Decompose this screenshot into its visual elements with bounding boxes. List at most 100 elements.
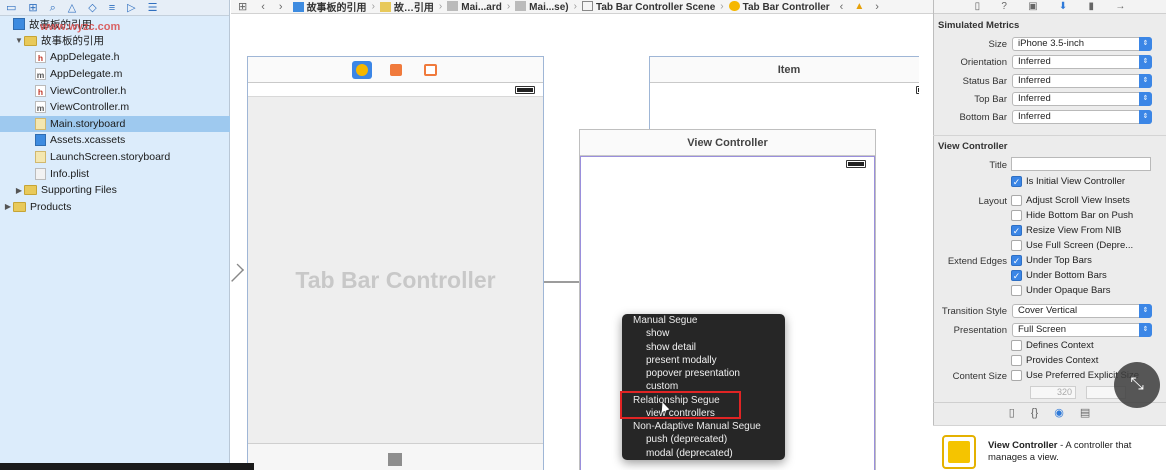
folder-icon [379, 2, 391, 12]
breadcrumb-scene[interactable]: Tab Bar Controller Scene [579, 0, 718, 13]
under-bottom-bars-checkbox[interactable]: ✓ Under Bottom Bars [1011, 270, 1107, 281]
orientation-label: Orientation [960, 57, 1007, 68]
file-tree-item[interactable]: m ViewController.m [0, 99, 230, 116]
file-tree-item[interactable]: Info.plist [0, 165, 230, 182]
hierarchy-icon[interactable]: ⊞ [28, 1, 37, 15]
bottom-bar-popup[interactable]: Inferred ⇕ [1012, 110, 1152, 124]
under-top-bars-checkbox[interactable]: ✓ Under Top Bars [1011, 255, 1092, 266]
under-opaque-bars-checkbox[interactable]: Under Opaque Bars [1011, 285, 1111, 296]
file-tree-item[interactable]: Assets.xcassets [0, 132, 230, 149]
plist-file-icon [35, 167, 46, 180]
report-icon[interactable]: ☰ [148, 1, 158, 15]
battery-icon [515, 86, 535, 94]
connections-inspector-icon[interactable]: → [1115, 1, 1125, 12]
top-bar-popup[interactable]: Inferred ⇕ [1012, 92, 1152, 106]
scene-title: Tab Bar Controller [295, 267, 496, 293]
exit-icon[interactable] [424, 64, 437, 76]
checkmark-icon: ✓ [1011, 255, 1022, 266]
menu-item[interactable]: modal (deprecated) [622, 447, 785, 460]
warning-icon[interactable]: △ [68, 1, 76, 15]
resize-nib-checkbox[interactable]: ✓ Resize View From NIB [1011, 225, 1121, 236]
breadcrumb-group[interactable]: 故…引用 [377, 0, 437, 13]
menu-item[interactable]: push (deprecated) [622, 433, 785, 446]
file-tree-item[interactable]: m AppDelegate.m [0, 66, 230, 83]
file-tree-item[interactable]: h AppDelegate.h [0, 49, 230, 66]
breadcrumb-separator: › [720, 1, 724, 12]
file-tree-item[interactable]: ▶ Products [0, 199, 230, 216]
back-icon[interactable]: ‹ [254, 1, 272, 13]
test-icon[interactable]: ◇ [88, 1, 96, 15]
code-snippet-icon[interactable]: {} [1031, 407, 1038, 419]
orientation-popup[interactable]: Inferred ⇕ [1012, 55, 1152, 69]
disclosure-triangle-icon[interactable]: ▶ [3, 202, 13, 211]
quick-help-icon[interactable]: ? [1001, 1, 1007, 12]
breadcrumb-project[interactable]: 故事板的引用 [290, 0, 370, 13]
menu-item[interactable]: show detail [622, 341, 785, 354]
relationship-connector [544, 281, 580, 283]
object-library-icon[interactable]: ◉ [1054, 406, 1064, 419]
hide-bottom-checkbox[interactable]: Hide Bottom Bar on Push [1011, 210, 1133, 221]
presentation-popup[interactable]: Full Screen ⇕ [1012, 323, 1152, 337]
inspector-toolbar: ▯ ? ▣ ⬇ ▮ → [934, 0, 1166, 14]
status-bar [581, 157, 874, 171]
file-tree-item[interactable]: LaunchScreen.storyboard [0, 149, 230, 166]
width-field[interactable]: 320 [1030, 386, 1076, 399]
fullscreen-toggle-icon[interactable]: ⤡ [1114, 362, 1160, 408]
jump-bar: ⊞ ‹ › 故事板的引用 › 故…引用 › Mai...ard › Mai...… [231, 0, 933, 14]
file-tree-item[interactable]: Main.storyboard [0, 115, 230, 133]
scene-icon [581, 0, 593, 11]
file-tree-item[interactable]: ▶ Supporting Files [0, 182, 230, 199]
file-tree-item-label: Products [30, 200, 72, 213]
tab-bar-controller-icon[interactable] [352, 61, 372, 79]
file-tree-item[interactable]: ▼ 故事板的引用 [0, 33, 230, 50]
folder-icon[interactable]: ▭ [6, 1, 16, 15]
tab-item-icon[interactable] [388, 453, 402, 466]
transition-style-popup[interactable]: Cover Vertical ⇕ [1012, 304, 1152, 318]
video-control-bar [0, 463, 254, 470]
checkmark-icon: ✓ [1011, 270, 1022, 281]
breadcrumb-storyboard[interactable]: Mai...ard [444, 0, 505, 13]
identity-inspector-icon[interactable]: ▣ [1028, 1, 1037, 12]
disclosure-triangle-icon[interactable]: ▶ [14, 186, 24, 195]
storyboard-canvas[interactable]: Tab Bar Controller Item View Controller [231, 15, 919, 470]
menu-item[interactable]: present modally [622, 354, 785, 367]
warning-icon[interactable]: ▲ [850, 1, 868, 12]
is-initial-checkbox[interactable]: ✓ Is Initial View Controller [1011, 176, 1125, 187]
attributes-inspector-icon[interactable]: ⬇ [1059, 1, 1067, 12]
search-icon[interactable]: ⌕ [50, 1, 56, 15]
menu-item[interactable]: show [622, 327, 785, 340]
size-popup[interactable]: iPhone 3.5-inch ⇕ [1012, 37, 1152, 51]
file-template-icon[interactable]: ▯ [1009, 406, 1015, 419]
chevron-right-icon[interactable]: › [868, 1, 886, 13]
menu-item[interactable]: popover presentation [622, 367, 785, 380]
segue-popup-menu[interactable]: Manual Segue show show detail present modal… [622, 314, 785, 460]
file-inspector-icon[interactable]: ▯ [975, 1, 981, 12]
disclosure-triangle-icon[interactable]: ▼ [14, 36, 24, 45]
file-tree-item-label: Main.storyboard [50, 117, 126, 130]
breadcrumb-controller[interactable]: Tab Bar Controller [726, 0, 833, 13]
status-bar-popup[interactable]: Inferred ⇕ [1012, 74, 1152, 88]
first-responder-icon[interactable] [390, 64, 402, 76]
breadcrumb-base[interactable]: Mai...se) [512, 0, 571, 13]
title-field[interactable] [1011, 157, 1151, 171]
chevron-left-icon[interactable]: ‹ [833, 1, 851, 13]
implementation-file-icon: m [35, 101, 46, 114]
full-screen-checkbox[interactable]: Use Full Screen (Depre... [1011, 240, 1133, 251]
chevron-updown-icon: ⇕ [1139, 323, 1152, 337]
defines-context-checkbox[interactable]: Defines Context [1011, 340, 1094, 351]
chevron-updown-icon: ⇕ [1139, 74, 1152, 88]
navigator-toolbar: ▭ ⊞ ⌕ △ ◇ ≡ ▷ ☰ [0, 0, 229, 16]
project-icon [292, 2, 304, 12]
forward-icon[interactable]: › [272, 1, 290, 13]
file-tree-item[interactable]: h ViewController.h [0, 82, 230, 99]
adjust-scroll-checkbox[interactable]: Adjust Scroll View Insets [1011, 195, 1130, 206]
tab-bar-controller-scene[interactable]: Tab Bar Controller [247, 56, 544, 470]
bottom-bar-label: Bottom Bar [959, 112, 1007, 123]
size-inspector-icon[interactable]: ▮ [1089, 1, 1095, 12]
debug-icon[interactable]: ≡ [109, 1, 115, 15]
library-item-view-controller[interactable]: View Controller - A controller that mana… [933, 425, 1166, 470]
grid-icon[interactable]: ⊞ [231, 0, 254, 13]
media-library-icon[interactable]: ▤ [1080, 406, 1090, 419]
breakpoint-icon[interactable]: ▷ [127, 1, 135, 15]
provides-context-checkbox[interactable]: Provides Context [1011, 355, 1098, 366]
